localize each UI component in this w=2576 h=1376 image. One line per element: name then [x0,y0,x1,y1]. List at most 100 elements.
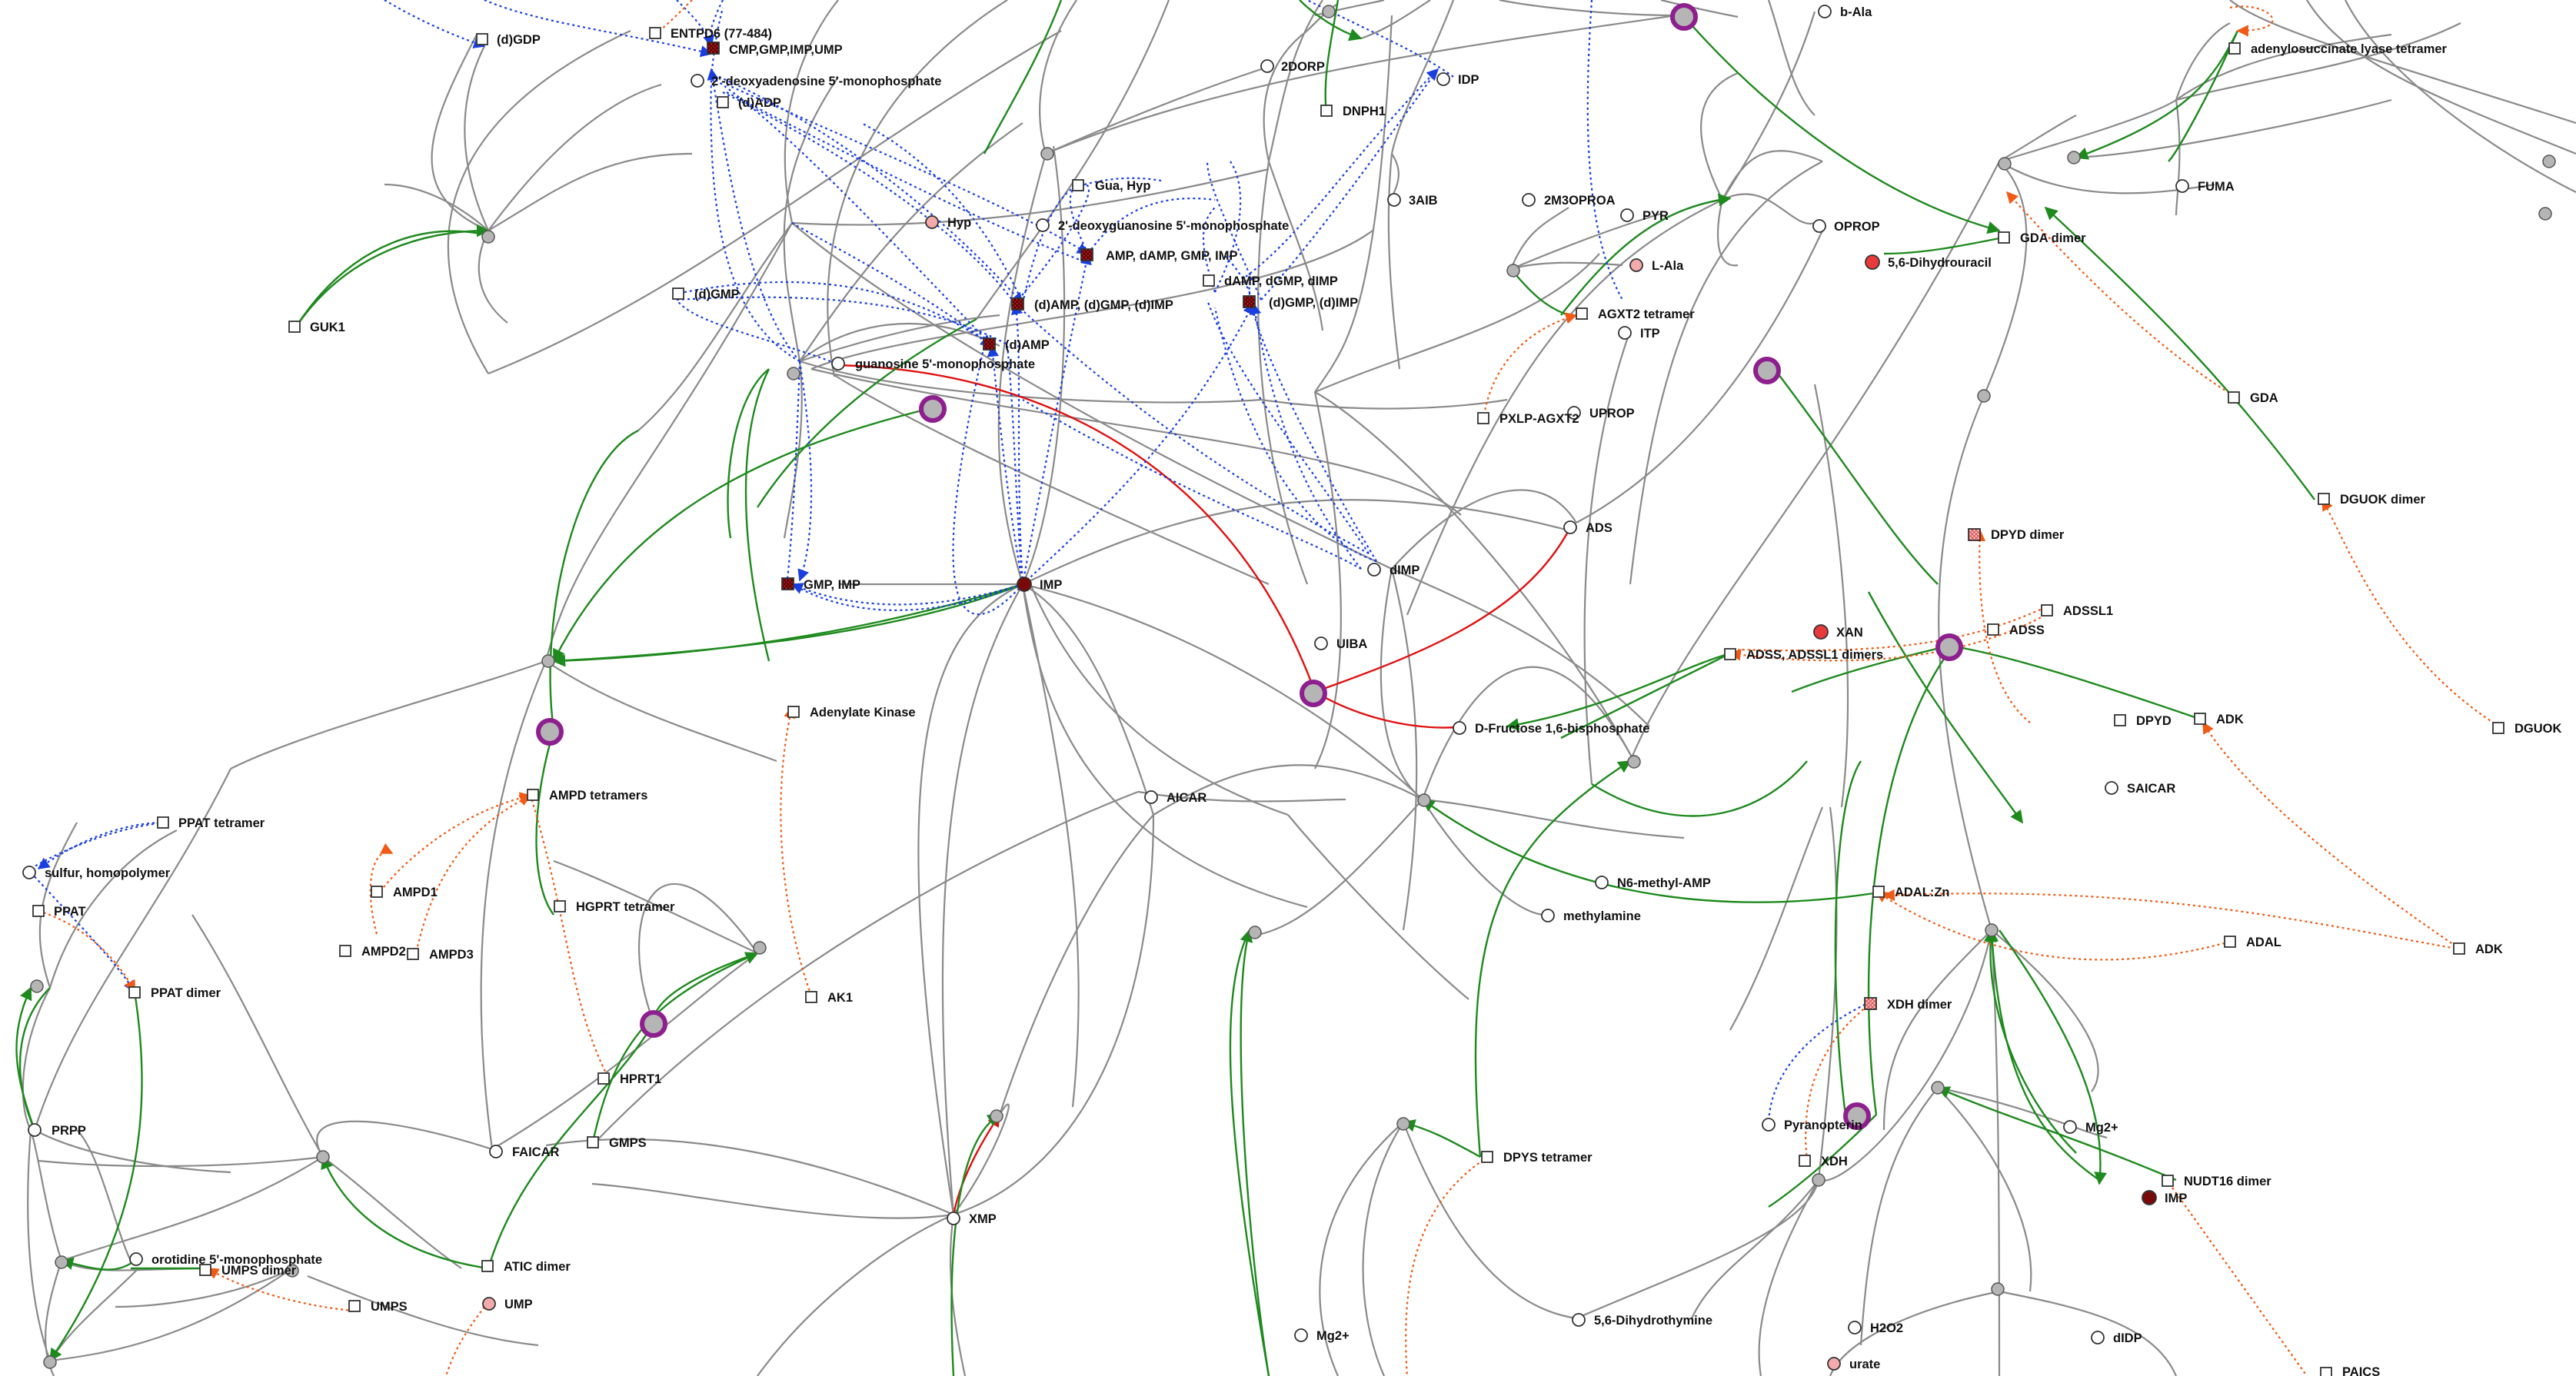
guk1-node[interactable] [288,321,301,333]
ampd-tetramers-node[interactable] [527,789,539,801]
process-node[interactable] [43,1355,57,1369]
dnph1-node[interactable] [1320,105,1333,117]
methylamine-node[interactable] [1541,909,1555,922]
mg2-r-node[interactable] [2063,1120,2077,1134]
xan-node[interactable] [1813,624,1829,640]
process-node[interactable] [990,1109,1003,1123]
dpyd-node[interactable] [2114,714,2126,726]
adss-dimers-node[interactable] [1724,648,1736,660]
faicar-node[interactable] [489,1145,503,1158]
dguok-node[interactable] [2492,722,2504,734]
xdh-node[interactable] [1799,1155,1811,1167]
process-node[interactable] [787,367,800,381]
gda-dimer-node[interactable] [1998,231,2010,244]
process-node[interactable] [1396,1117,1410,1131]
process-node[interactable] [1417,793,1431,807]
gmp-imp-node[interactable] [781,577,794,590]
dampm-node[interactable] [691,74,704,88]
dpys-node[interactable] [1481,1151,1493,1163]
itp-node[interactable] [1618,326,1632,340]
guanosine-node[interactable] [831,357,845,371]
adal-node[interactable] [2224,936,2236,948]
hub-node[interactable] [1670,3,1698,31]
gmps-node[interactable] [587,1136,599,1148]
mg2-b-node[interactable] [1294,1328,1308,1342]
xmp-node[interactable] [947,1211,960,1225]
ppat-node[interactable] [32,905,45,917]
umps-node[interactable] [348,1300,361,1312]
dadp-node[interactable] [717,96,729,108]
dgmp-node[interactable] [672,287,684,300]
d-amp-node[interactable] [983,337,996,351]
dfbp-node[interactable] [1453,721,1466,735]
process-node[interactable] [1931,1081,1945,1095]
process-node[interactable] [1627,755,1641,769]
dhthy-node[interactable] [1572,1313,1586,1327]
dgmp5-node[interactable] [1036,218,1050,232]
ampd1-node[interactable] [371,886,383,898]
idp-node[interactable] [1436,72,1450,86]
process-node[interactable] [1977,389,1991,403]
dgmp-dimp-node[interactable] [1243,295,1256,308]
cmp-gmp-node[interactable] [707,42,720,55]
process-node[interactable] [481,230,495,244]
sulfur-node[interactable] [22,866,36,879]
dhu-node[interactable] [1865,254,1880,270]
ampd2-node[interactable] [339,945,351,957]
process-node[interactable] [1040,147,1054,161]
adenylate-kinase-node[interactable] [787,706,800,718]
paics-node[interactable] [2320,1367,2332,1376]
process-node[interactable] [30,979,44,993]
process-node[interactable] [1506,264,1520,278]
dorp-node[interactable] [1260,59,1274,73]
urate-node[interactable] [1827,1357,1841,1371]
hub-node[interactable] [640,1010,667,1038]
process-node[interactable] [541,654,555,668]
adsl-node[interactable] [2228,42,2241,55]
entpd6-node[interactable] [649,27,661,39]
imp-r-node[interactable] [2142,1190,2157,1205]
agxt2-node[interactable] [1576,307,1588,320]
process-node[interactable] [316,1150,330,1164]
ppat-dimer-node[interactable] [128,986,141,999]
lala-node[interactable] [1629,258,1643,272]
prpp-node[interactable] [28,1123,42,1137]
dimp-node[interactable] [1367,563,1381,577]
process-node[interactable] [1998,157,2012,171]
aib3-node[interactable] [1387,193,1401,207]
oproa-node[interactable] [1522,193,1536,207]
pxlp-node[interactable] [1477,412,1489,424]
xdh-dimer-node[interactable] [1864,997,1877,1010]
hgprt-node[interactable] [554,900,566,912]
n6-node[interactable] [1595,876,1609,889]
adssl1-node[interactable] [2041,604,2053,617]
hub-node[interactable] [536,718,564,746]
dgdp-node[interactable] [476,33,488,45]
dpyd-dimer-node[interactable] [1968,528,1981,541]
dguok-dimer-node[interactable] [2318,493,2330,505]
oprop-node[interactable] [1812,219,1826,233]
process-node[interactable] [2542,155,2556,168]
hub-node[interactable] [1300,680,1327,707]
adal-zn-node[interactable] [1872,886,1885,898]
hub-node[interactable] [1935,633,1963,661]
saicar-node[interactable] [2105,781,2118,795]
pyr-node[interactable] [1620,208,1634,222]
hub-node[interactable] [1753,357,1781,384]
omp-node[interactable] [129,1252,143,1266]
fuma-node[interactable] [2175,179,2189,193]
process-node[interactable] [1991,1282,2005,1296]
process-node[interactable] [2067,151,2081,165]
aicar-node[interactable] [1144,790,1158,804]
ads-node[interactable] [1563,520,1577,534]
process-node[interactable] [2538,207,2552,221]
ak1-node[interactable] [805,991,817,1003]
atic-node[interactable] [481,1260,494,1272]
process-node[interactable] [1248,926,1262,939]
h2o2-node[interactable] [1848,1321,1862,1334]
imp-main-node[interactable] [1017,577,1032,592]
uiba-node[interactable] [1314,636,1328,650]
nudt16-node[interactable] [2162,1175,2174,1187]
damp-dgmp-node[interactable] [1203,274,1215,287]
process-node[interactable] [753,941,767,955]
